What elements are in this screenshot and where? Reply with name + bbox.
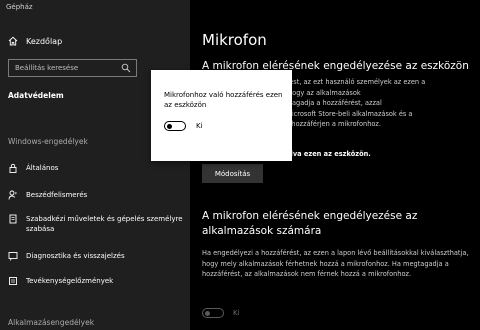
sidebar-item-label: Tevékenységelőzmények — [26, 277, 114, 285]
page-title: Mikrofon — [202, 31, 267, 49]
search-placeholder: Beállítás keresése — [15, 64, 79, 72]
app-access-toggle[interactable]: Ki — [202, 308, 240, 318]
sidebar-item-label: Diagnosztika és visszajelzés — [26, 252, 125, 260]
search-input[interactable]: Beállítás keresése — [8, 59, 137, 77]
lock-icon — [9, 163, 17, 173]
device-access-toggle[interactable]: Ki — [164, 121, 203, 131]
device-access-flyout: Mikrofonhoz való hozzáférés ezen az eszk… — [151, 70, 292, 161]
group-heading-app-permissions: Alkalmazásengedélyek — [8, 318, 95, 327]
home-link[interactable]: Kezdőlap — [8, 36, 62, 46]
sidebar-item-activity-history[interactable]: Tevékenységelőzmények — [8, 276, 186, 286]
flyout-title: Mikrofonhoz való hozzáférés ezen az eszk… — [164, 91, 283, 109]
feedback-icon — [8, 252, 18, 261]
section2-heading: A mikrofon elérésének engedélyezése az a… — [202, 210, 418, 237]
sidebar-item-speech[interactable]: Beszédfelismerés — [8, 190, 186, 200]
sidebar: Gépház Kezdőlap Beállítás keresése Adatv… — [0, 0, 190, 330]
section-title: Adatvédelem — [8, 91, 64, 100]
pen-icon — [9, 214, 17, 224]
speech-icon — [8, 190, 17, 200]
window-title: Gépház — [6, 3, 33, 11]
toggle-knob — [205, 310, 210, 316]
toggle-state-label: Ki — [233, 309, 240, 317]
group-heading-windows: Windows-engedélyek — [8, 137, 88, 146]
sidebar-item-label: Általános — [26, 164, 59, 172]
home-label: Kezdőlap — [26, 36, 63, 46]
sidebar-item-label: Beszédfelismerés — [26, 191, 88, 199]
sidebar-item-diagnostics[interactable]: Diagnosztika és visszajelzés — [8, 251, 186, 261]
toggle-state-label: Ki — [196, 122, 203, 130]
history-icon — [9, 277, 17, 285]
toggle-track[interactable] — [164, 121, 186, 131]
section2-paragraph: Ha engedélyezi a hozzáférést, az ezen a … — [202, 249, 469, 278]
sidebar-item-inking[interactable]: Szabadkézi műveletek és gépelés személyr… — [8, 214, 186, 234]
change-button[interactable]: Módosítás — [202, 164, 263, 183]
search-icon[interactable] — [121, 63, 131, 73]
toggle-track[interactable] — [202, 308, 224, 318]
toggle-knob — [167, 123, 172, 129]
sidebar-item-general[interactable]: Általános — [8, 163, 186, 173]
sidebar-item-label: Szabadkézi műveletek és gépelés személyr… — [26, 215, 183, 233]
home-icon — [8, 36, 18, 46]
